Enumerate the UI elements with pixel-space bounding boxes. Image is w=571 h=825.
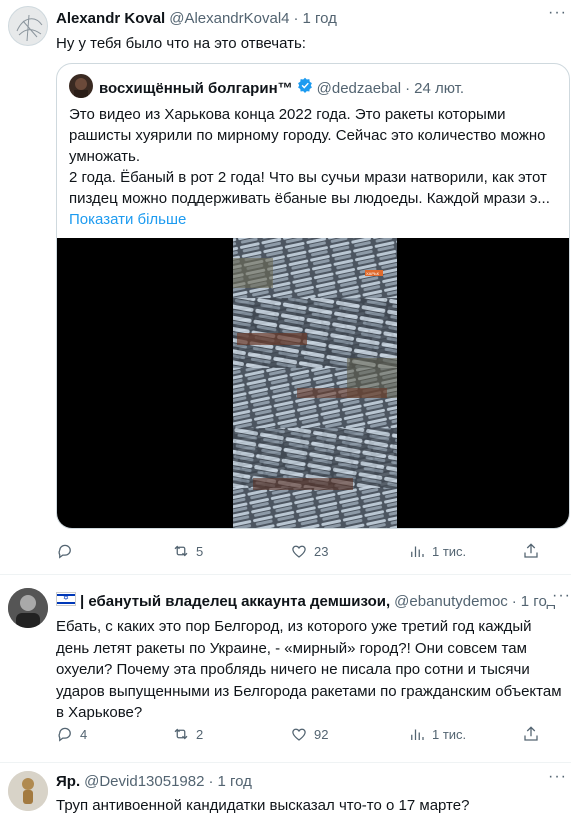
post-text: Ебать, с каких это пор Белгород, из кото… xyxy=(56,618,562,721)
views-icon xyxy=(411,729,424,740)
avatar-portrait-icon xyxy=(8,588,48,628)
views-icon xyxy=(411,546,424,557)
repost-icon xyxy=(174,545,188,557)
post-time[interactable]: 1 год xyxy=(217,773,251,790)
repost-button[interactable]: 5 xyxy=(172,542,290,560)
share-button[interactable] xyxy=(522,542,540,560)
post-devid[interactable]: Яр. @Devid13051982 · 1 год ··· Труп анти… xyxy=(0,763,571,825)
quote-time[interactable]: 24 лют. xyxy=(414,80,464,97)
like-button[interactable]: 23 xyxy=(290,542,408,560)
user-handle[interactable]: @AlexandrKoval4 xyxy=(169,10,289,27)
like-icon xyxy=(292,728,306,741)
repost-button[interactable]: 2 xyxy=(172,725,290,743)
post-text: Ну у тебя было что на это отвечать: xyxy=(56,35,306,52)
display-name[interactable]: Яр. xyxy=(56,773,80,790)
like-count: 92 xyxy=(314,726,329,742)
post-alexandr-koval[interactable]: Alexandr Koval @AlexandrKoval4 · 1 год ·… xyxy=(0,0,571,575)
quote-avatar[interactable] xyxy=(69,74,93,98)
separator-dot: · xyxy=(511,593,517,610)
reply-icon xyxy=(58,727,71,742)
reply-button[interactable]: 4 xyxy=(56,725,172,743)
user-handle[interactable]: @Devid13051982 xyxy=(84,773,204,790)
like-icon xyxy=(292,545,306,558)
video-stamp: ХАРЬК xyxy=(366,271,380,276)
more-options-icon[interactable]: ··· xyxy=(548,768,567,786)
quote-display-name[interactable]: восхищённый болгарин™ xyxy=(99,80,293,97)
quote-avatar-icon xyxy=(74,78,88,98)
israel-flag-icon: ✡ xyxy=(56,592,76,606)
quote-text: Это видео из Харькова конца 2022 года. Э… xyxy=(69,106,550,207)
separator-dot: · xyxy=(293,10,299,27)
post-text: Труп антивоенной кандидатки высказал что… xyxy=(56,797,470,814)
avatar[interactable] xyxy=(8,771,48,811)
separator-dot: · xyxy=(405,80,411,97)
avatar[interactable] xyxy=(8,588,48,628)
views-button[interactable]: 1 тис. xyxy=(408,542,522,560)
reply-button[interactable] xyxy=(56,542,172,560)
more-options-icon[interactable]: ··· xyxy=(548,587,571,605)
like-count: 23 xyxy=(314,543,329,559)
repost-count: 5 xyxy=(196,543,204,559)
more-options-icon[interactable]: ··· xyxy=(548,4,567,22)
repost-icon xyxy=(174,728,188,740)
views-count: 1 тис. xyxy=(432,726,467,742)
avatar[interactable] xyxy=(8,6,48,46)
display-name[interactable]: Alexandr Koval xyxy=(56,10,165,27)
video-player[interactable]: ХАРЬК xyxy=(57,238,569,528)
quote-handle[interactable]: @dedzaebal xyxy=(317,80,401,97)
verified-badge-icon[interactable] xyxy=(297,77,313,93)
reply-icon xyxy=(58,544,71,559)
like-button[interactable]: 92 xyxy=(290,725,408,743)
share-button[interactable] xyxy=(522,725,540,743)
share-icon xyxy=(524,543,538,558)
user-handle[interactable]: @ebanutydemoc xyxy=(394,593,508,610)
views-button[interactable]: 1 тис. xyxy=(408,725,522,743)
post-ebanutydemoc[interactable]: ✡ | ебанутый владелец аккаунта демшизои,… xyxy=(0,575,571,763)
share-icon xyxy=(524,726,538,741)
reply-count: 4 xyxy=(80,726,88,742)
display-name[interactable]: | ебанутый владелец аккаунта демшизои, xyxy=(80,593,390,610)
show-more-link[interactable]: Показати більше xyxy=(69,211,186,228)
quoted-post[interactable]: восхищённый болгарин™ @dedzaebal · 24 лю… xyxy=(56,63,570,529)
avatar-sketch-icon xyxy=(16,14,43,42)
repost-count: 2 xyxy=(196,726,204,742)
video-thumbnail: ХАРЬК xyxy=(233,238,397,528)
avatar-figure-icon xyxy=(8,771,48,811)
views-count: 1 тис. xyxy=(432,543,467,559)
separator-dot: · xyxy=(208,773,214,790)
post-time[interactable]: 1 год xyxy=(303,10,337,27)
